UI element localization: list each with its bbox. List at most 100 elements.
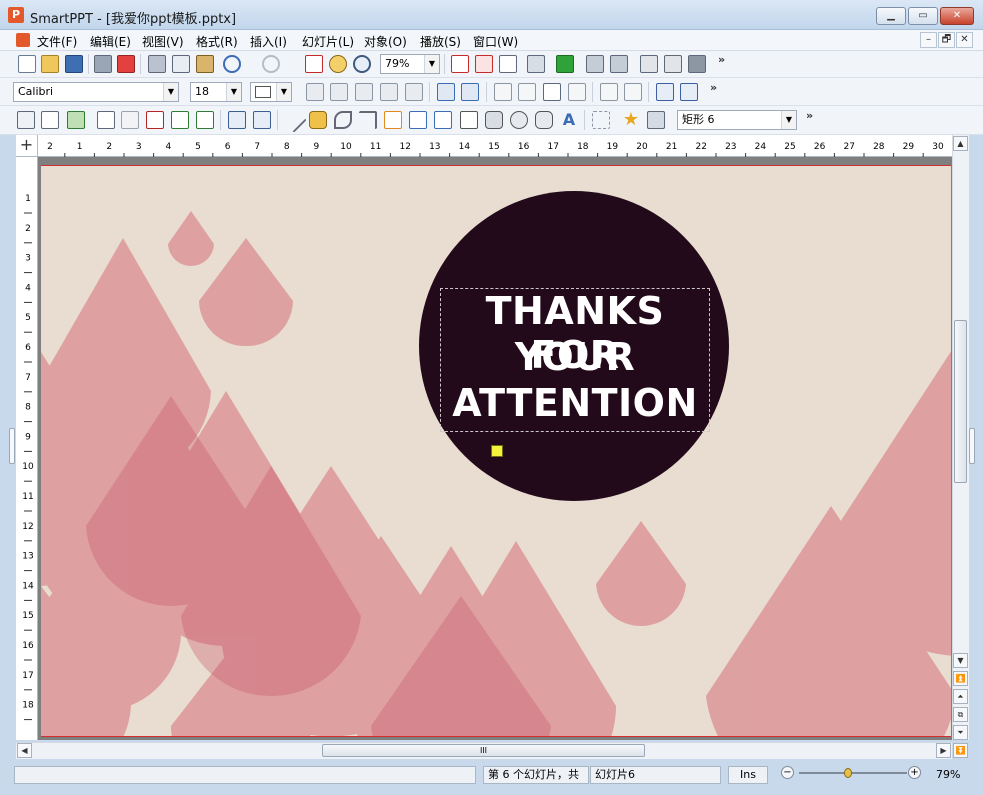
connector-icon[interactable] (384, 111, 402, 129)
zoom-out-button[interactable]: − (781, 766, 794, 779)
align-left-icon[interactable] (494, 83, 512, 101)
outdent-icon[interactable] (600, 83, 618, 101)
scroll-down-button[interactable]: ▼ (953, 653, 968, 668)
shapes-icon[interactable] (535, 111, 553, 129)
justify-icon[interactable] (568, 83, 586, 101)
print-icon[interactable] (94, 55, 112, 73)
menu-insert[interactable]: 插入(I) (250, 33, 287, 50)
layers-icon[interactable] (688, 55, 706, 73)
title-text-box[interactable]: THANKS FOR YOUR ATTENTION (440, 288, 710, 432)
doc-close-button[interactable]: ✕ (956, 32, 973, 48)
next-slide-button[interactable]: ⏷ (953, 725, 968, 740)
font-name-select[interactable]: Calibri ▼ (13, 82, 179, 102)
zoom-search-icon[interactable] (353, 55, 371, 73)
text-frame-icon[interactable] (146, 111, 164, 129)
pdf-export-icon[interactable] (117, 55, 135, 73)
italic-icon[interactable] (330, 83, 348, 101)
select-object-icon[interactable] (592, 111, 610, 129)
last-slide-button[interactable]: ⏬ (953, 743, 968, 758)
ellipse-icon[interactable] (510, 111, 528, 129)
rounded-rect-icon[interactable] (485, 111, 503, 129)
ungroup-icon[interactable] (253, 111, 271, 129)
ruler-corner-icon[interactable]: + (16, 135, 38, 157)
text-color-icon[interactable] (451, 55, 469, 73)
curved-connector-icon[interactable] (434, 111, 452, 129)
ole-object-icon[interactable] (97, 111, 115, 129)
copy-icon[interactable] (172, 55, 190, 73)
insert-mode-status[interactable]: Ins (728, 766, 768, 784)
format-painter-icon[interactable] (527, 55, 545, 73)
shape-select[interactable]: 矩形 6 ▼ (677, 110, 797, 130)
menu-file[interactable]: 文件(F) (37, 33, 77, 50)
chart-frame-icon[interactable] (171, 111, 189, 129)
open-folder-icon[interactable] (41, 55, 59, 73)
wordart-icon[interactable]: A (560, 111, 578, 129)
save-icon[interactable] (65, 55, 83, 73)
group-icon[interactable] (228, 111, 246, 129)
slide[interactable]: THANKS FOR YOUR ATTENTION (41, 165, 951, 737)
left-panel-handle[interactable] (9, 428, 15, 464)
paragraph-mark-icon[interactable] (556, 55, 574, 73)
increase-font-icon[interactable] (437, 83, 455, 101)
doc-restore-button[interactable]: 🗗 (938, 32, 955, 48)
rectangle-icon[interactable] (460, 111, 478, 129)
menu-object[interactable]: 对象(O) (364, 33, 407, 50)
more-format-icon[interactable]: » (710, 81, 717, 94)
minimize-button[interactable]: ▁ (876, 7, 906, 25)
indent-icon[interactable] (624, 83, 642, 101)
statistics-icon[interactable] (610, 55, 628, 73)
font-size-select[interactable]: 18 ▼ (190, 82, 242, 102)
pencil-icon[interactable] (309, 111, 327, 129)
elbow-connector-icon[interactable] (409, 111, 427, 129)
scroll-right-button[interactable]: ▶ (936, 743, 951, 758)
more-tools-icon[interactable]: » (718, 53, 725, 66)
redo-icon[interactable] (262, 55, 280, 73)
horizontal-ruler[interactable]: 2 1 2 3 4 5 6 7 8 9 10 11 12 13 14 15 16 17 18 19 20 21 22 23 24… (16, 135, 983, 157)
table-icon[interactable] (41, 111, 59, 129)
copy-slide-button[interactable]: ⧉ (953, 707, 968, 722)
cut-icon[interactable] (148, 55, 166, 73)
list-icon[interactable] (499, 55, 517, 73)
menu-window[interactable]: 窗口(W) (473, 33, 518, 50)
vertical-scroll-thumb[interactable] (954, 320, 967, 483)
zoom-slider-track[interactable] (799, 772, 907, 774)
doc-minimize-button[interactable]: – (920, 32, 937, 48)
scroll-up-button[interactable]: ▲ (953, 136, 968, 151)
underline-icon[interactable] (355, 83, 373, 101)
insert-table-icon[interactable] (475, 55, 493, 73)
zoom-slider-knob[interactable] (843, 768, 852, 778)
previous-slide-button[interactable]: ⏶ (953, 689, 968, 704)
decrease-font-icon[interactable] (461, 83, 479, 101)
maximize-button[interactable]: ▭ (908, 7, 938, 25)
numbered-list-icon[interactable] (680, 83, 698, 101)
star-effects-icon[interactable]: ★ (622, 111, 640, 129)
object-settings-icon[interactable] (647, 111, 665, 129)
strikethrough-icon[interactable] (380, 83, 398, 101)
font-color-select[interactable]: ▼ (250, 82, 292, 102)
right-panel-handle[interactable] (969, 428, 975, 464)
text-box-icon[interactable] (17, 111, 35, 129)
bold-icon[interactable] (306, 83, 324, 101)
picture-icon[interactable] (67, 111, 85, 129)
spell-check-icon[interactable] (586, 55, 604, 73)
bullet-list-icon[interactable] (656, 83, 674, 101)
more-drawing-icon[interactable]: » (806, 109, 813, 122)
curve-icon[interactable] (334, 111, 352, 129)
formula-icon[interactable] (121, 111, 139, 129)
line-icon[interactable] (281, 107, 307, 133)
align-right-icon[interactable] (518, 83, 536, 101)
page-frame-icon[interactable] (196, 111, 214, 129)
scroll-left-button[interactable]: ◀ (17, 743, 32, 758)
menu-slide[interactable]: 幻灯片(L) (302, 33, 354, 50)
zoom-in-button[interactable]: + (908, 766, 921, 779)
align-center-icon[interactable] (543, 83, 561, 101)
anchor-handle-icon[interactable] (491, 445, 503, 457)
new-file-icon[interactable] (18, 55, 36, 73)
template-icon[interactable] (640, 55, 658, 73)
properties-icon[interactable] (664, 55, 682, 73)
zoom-fit-icon[interactable] (329, 55, 347, 73)
zoom-select[interactable]: 79% ▼ (380, 54, 440, 74)
menu-format[interactable]: 格式(R) (196, 33, 238, 50)
arrow-icon[interactable] (359, 111, 377, 129)
actual-size-icon[interactable] (305, 55, 323, 73)
